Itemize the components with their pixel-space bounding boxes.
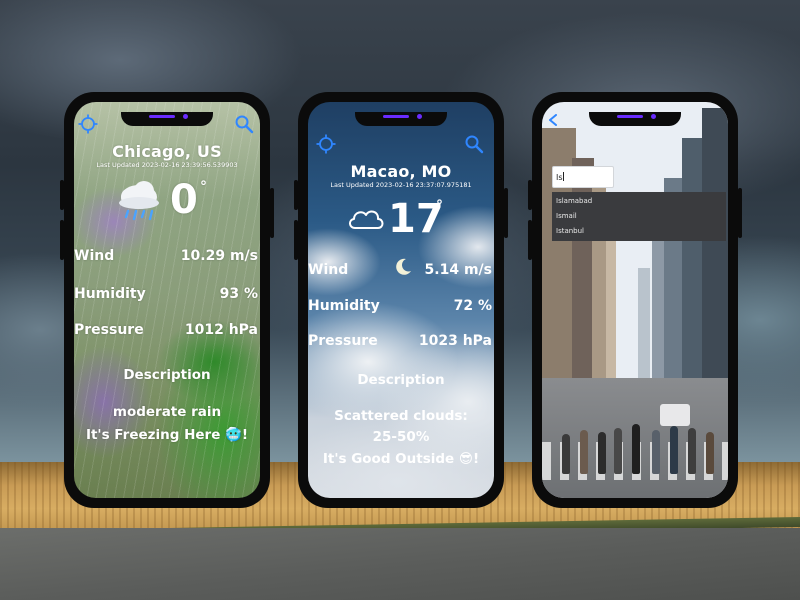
search-input[interactable]: Is <box>552 166 614 188</box>
notch <box>355 112 447 126</box>
description-text-line2: 25-50% <box>372 429 430 445</box>
notch <box>121 112 213 126</box>
suggestion-item[interactable]: Istanbul <box>552 224 726 239</box>
volume-up-button <box>528 180 532 210</box>
pressure-label: Pressure <box>308 333 378 349</box>
wind-value: 10.29 m/s <box>180 248 258 264</box>
crosshair-location-icon[interactable] <box>78 114 98 134</box>
cloud-icon <box>349 210 384 229</box>
building <box>682 138 702 388</box>
search-screen: Is Islamabad Ismail Istanbul <box>542 102 728 498</box>
back-arrow-icon[interactable] <box>548 114 558 126</box>
pedestrian <box>580 430 588 474</box>
power-button <box>738 188 742 238</box>
speaker <box>617 115 643 118</box>
pressure-row: Pressure 1023 hPa <box>308 333 494 353</box>
humidity-row: Humidity 93 % <box>74 286 260 306</box>
pressure-value: 1023 hPa <box>418 333 492 349</box>
pressure-value: 1012 hPa <box>184 322 258 338</box>
humidity-value: 93 % <box>219 286 258 302</box>
pressure-row: Pressure 1012 hPa <box>74 322 260 342</box>
wind-label: Wind <box>308 262 349 278</box>
weather-screen-chicago: Chicago, US Last Updated 2023-02-16 23:3… <box>74 102 260 498</box>
description-text: moderate rain <box>112 404 222 420</box>
city-street-photo <box>542 102 728 498</box>
text-caret <box>562 172 564 181</box>
wind-row: Wind 10.29 m/s <box>74 248 260 268</box>
speaker <box>383 115 409 118</box>
pedestrian <box>632 424 640 474</box>
building <box>606 238 616 388</box>
moon-icon <box>396 258 411 275</box>
pedestrian <box>598 432 606 474</box>
pedestrian <box>562 434 570 474</box>
pressure-label: Pressure <box>74 322 144 338</box>
building <box>638 268 650 388</box>
city-name: Macao, MO <box>350 162 452 181</box>
camera <box>417 114 422 119</box>
phone-chicago: Chicago, US Last Updated 2023-02-16 23:3… <box>60 92 274 508</box>
volume-down-button <box>294 220 298 260</box>
feeling-text: It's Freezing Here 🥶! <box>85 427 249 443</box>
feeling-text: It's Good Outside 😎! <box>322 451 480 467</box>
volume-down-button <box>528 220 532 260</box>
magnifier-search-icon[interactable] <box>234 114 254 134</box>
wind-label: Wind <box>74 248 115 264</box>
volume-up-button <box>294 180 298 210</box>
speaker <box>149 115 175 118</box>
description-text-line1: Scattered clouds: <box>334 408 468 424</box>
humidity-value: 72 % <box>453 298 492 314</box>
temperature-row: 17 ° <box>308 194 494 244</box>
description-label: Description <box>123 367 211 383</box>
humidity-row: Humidity 72 % <box>308 298 494 318</box>
power-button <box>504 188 508 238</box>
camera <box>651 114 656 119</box>
humidity-label: Humidity <box>308 298 380 314</box>
weather-content: Macao, MO Last Updated 2023-02-16 23:37:… <box>308 102 494 498</box>
last-updated: Last Updated 2023-02-16 23:37:07.975181 <box>330 181 472 189</box>
degree-symbol: ° <box>200 179 207 195</box>
camera <box>183 114 188 119</box>
bus <box>660 404 690 426</box>
magnifier-search-icon[interactable] <box>464 134 484 154</box>
phone-macao: Macao, MO Last Updated 2023-02-16 23:37:… <box>294 92 508 508</box>
pedestrian <box>652 430 660 474</box>
pedestrian <box>614 428 622 474</box>
weather-content: Chicago, US Last Updated 2023-02-16 23:3… <box>74 102 260 498</box>
degree-symbol: ° <box>436 198 443 214</box>
notch <box>589 112 681 126</box>
pedestrian <box>688 428 696 474</box>
city-name: Chicago, US <box>112 142 222 161</box>
description-label: Description <box>357 372 445 388</box>
volume-up-button <box>60 180 64 210</box>
suggestion-item[interactable]: Islamabad <box>552 194 726 209</box>
building <box>702 108 728 388</box>
phone-search: Is Islamabad Ismail Istanbul <box>528 92 742 508</box>
wind-value: 5.14 m/s <box>424 262 492 278</box>
volume-down-button <box>60 220 64 260</box>
rain-cloud-icon <box>119 181 159 221</box>
humidity-label: Humidity <box>74 286 146 302</box>
weather-screen-macao: Macao, MO Last Updated 2023-02-16 23:37:… <box>308 102 494 498</box>
suggestion-list: Islamabad Ismail Istanbul <box>552 192 726 241</box>
suggestion-item[interactable]: Ismail <box>552 209 726 224</box>
road <box>0 528 800 600</box>
pedestrian <box>706 432 714 474</box>
crosshair-location-icon[interactable] <box>316 134 336 154</box>
temperature-row: 0 ° <box>74 175 260 225</box>
temperature-value: 0 <box>170 177 198 223</box>
power-button <box>270 188 274 238</box>
last-updated: Last Updated 2023-02-16 23:39:56.539903 <box>96 161 238 169</box>
pedestrian <box>670 426 678 474</box>
